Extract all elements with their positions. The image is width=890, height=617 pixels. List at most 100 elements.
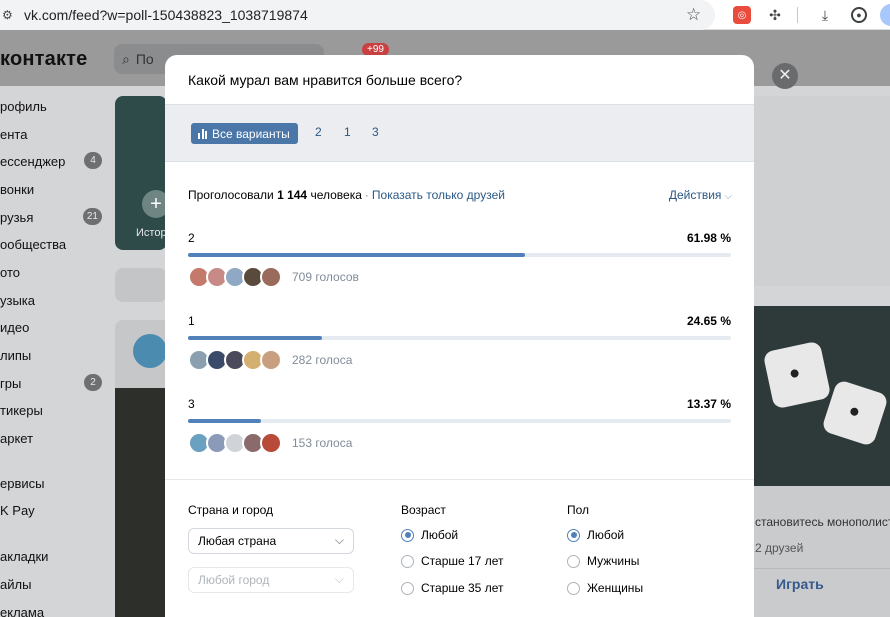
show-friends-link[interactable]: Показать только друзей xyxy=(372,188,505,202)
sidebar-item-music[interactable]: узыка xyxy=(0,290,110,310)
friends-count-badge: 21 xyxy=(82,208,102,225)
story-label: Истор xyxy=(136,227,167,239)
chevron-down-icon: ⌵ xyxy=(334,533,344,547)
poll-title: Какой мурал вам нравится больше всего? xyxy=(188,72,463,88)
gender-radio-any[interactable]: Любой xyxy=(567,528,624,542)
extension-icon[interactable]: ◎ xyxy=(733,6,751,24)
game-description: становитесь монополисто xyxy=(755,515,890,529)
bookmark-star-icon[interactable]: ☆ xyxy=(686,5,701,25)
chevron-down-icon: ⌵ xyxy=(724,191,732,202)
post-composer[interactable] xyxy=(115,268,167,302)
post-author-avatar[interactable] xyxy=(133,334,167,368)
sidebar-item-games[interactable]: гры 2 xyxy=(0,373,110,393)
radio-icon[interactable] xyxy=(567,581,580,595)
bar-chart-icon xyxy=(198,128,207,139)
votes-count: 153 голоса xyxy=(292,436,353,450)
sidebar-item-photos[interactable]: ото xyxy=(0,262,110,282)
games-count-badge: 2 xyxy=(84,374,102,391)
country-select[interactable]: Любая страна ⌵ xyxy=(188,528,354,554)
voter-avatars[interactable]: 282 голоса xyxy=(188,348,352,372)
tab-all-label: Все варианты xyxy=(212,126,290,141)
game-image[interactable] xyxy=(754,306,890,486)
post-image[interactable] xyxy=(115,388,167,617)
sidebar-item-profile[interactable]: рофиль xyxy=(0,96,110,116)
address-bar[interactable]: ⚙ vk.com/feed?w=poll-150438823_103871987… xyxy=(0,0,715,30)
tab-all-options[interactable]: Все варианты xyxy=(191,123,298,144)
age-heading: Возраст xyxy=(401,503,446,517)
url-text[interactable]: vk.com/feed?w=poll-150438823_1038719874 xyxy=(24,7,308,23)
search-icon: ⌕ xyxy=(122,50,130,67)
right-card xyxy=(754,96,890,286)
tab-option-1[interactable]: 1 xyxy=(344,125,351,139)
sidebar-item-calls[interactable]: вонки xyxy=(0,179,110,199)
option-percent: 61.98 % xyxy=(686,231,731,245)
option-label: 1 xyxy=(188,314,195,328)
sidebar-item-bookmarks[interactable]: акладки xyxy=(0,546,110,566)
option-label: 3 xyxy=(188,397,195,411)
sidebar-item-market[interactable]: аркет xyxy=(0,428,110,448)
voter-avatar[interactable] xyxy=(260,266,282,288)
gender-heading: Пол xyxy=(567,503,590,517)
browser-toolbar: ⚙ vk.com/feed?w=poll-150438823_103871987… xyxy=(0,0,890,30)
dice-graphic xyxy=(820,378,890,448)
age-radio-any[interactable]: Любой xyxy=(401,528,458,542)
search-placeholder: По xyxy=(135,51,154,67)
tab-option-2[interactable]: 2 xyxy=(315,125,322,139)
play-button[interactable]: Играть xyxy=(776,576,824,592)
site-settings-icon[interactable]: ⚙ xyxy=(2,8,18,22)
poll-tabs: Все варианты 2 1 3 xyxy=(165,104,754,162)
votes-count: 709 голосов xyxy=(292,270,359,284)
radio-icon[interactable] xyxy=(567,554,580,568)
sidebar-item-messenger[interactable]: ессенджер 4 xyxy=(0,151,110,171)
votes-summary: Проголосовали 1 144 человека · Показать то… xyxy=(188,188,505,202)
poll-filters: Страна и город Любая страна ⌵ Любой горо… xyxy=(165,479,754,617)
sidebar-item-files[interactable]: айлы xyxy=(0,574,110,594)
result-bar-track xyxy=(188,419,731,423)
sidebar-item-clips[interactable]: липы xyxy=(0,345,110,365)
vk-logo[interactable]: контакте xyxy=(0,48,88,71)
gender-radio-men[interactable]: Мужчины xyxy=(567,554,639,568)
radio-icon[interactable] xyxy=(401,581,414,595)
result-bar-fill xyxy=(188,253,525,257)
option-percent: 24.65 % xyxy=(686,314,731,328)
sidebar-item-feed[interactable]: ента xyxy=(0,124,110,144)
sidebar-item-friends[interactable]: рузья 21 xyxy=(0,207,110,227)
extensions-puzzle-icon[interactable]: ✣ xyxy=(766,6,784,24)
age-radio-17[interactable]: Старше 17 лет xyxy=(401,554,503,568)
total-votes: 1 144 xyxy=(277,188,308,202)
votes-count: 282 голоса xyxy=(292,353,353,367)
sidebar-item-communities[interactable]: ообщества xyxy=(0,234,110,254)
result-bar-track xyxy=(188,336,731,340)
sidebar-item-video[interactable]: идео xyxy=(0,317,110,337)
poll-results-modal: Какой мурал вам нравится больше всего? В… xyxy=(165,55,754,617)
radio-selected-icon[interactable] xyxy=(401,528,414,542)
game-friends-count: 2 друзей xyxy=(755,541,804,555)
download-icon[interactable]: ⤓ xyxy=(816,6,834,24)
close-modal-button[interactable]: ✕ xyxy=(772,63,798,89)
city-select: Любой город ⌵ xyxy=(188,567,354,593)
card-divider xyxy=(754,568,890,569)
radio-icon[interactable] xyxy=(401,554,414,568)
sidebar-item-vkpay[interactable]: K Pay xyxy=(0,500,110,520)
actions-dropdown[interactable]: Действия ⌵ xyxy=(669,188,732,202)
dice-graphic xyxy=(762,340,832,410)
voter-avatars[interactable]: 709 голосов xyxy=(188,265,359,289)
result-bar-track xyxy=(188,253,731,257)
option-percent: 13.37 % xyxy=(686,397,731,411)
sidebar-item-stickers[interactable]: тикеры xyxy=(0,400,110,420)
tab-option-3[interactable]: 3 xyxy=(372,125,379,139)
chevron-down-icon: ⌵ xyxy=(334,572,344,586)
gender-radio-women[interactable]: Женщины xyxy=(567,581,643,595)
result-bar-fill xyxy=(188,336,322,340)
profile-icon[interactable]: ● xyxy=(850,6,868,24)
option-label: 2 xyxy=(188,231,195,245)
voter-avatar[interactable] xyxy=(260,349,282,371)
location-heading: Страна и город xyxy=(188,503,274,517)
age-radio-35[interactable]: Старше 35 лет xyxy=(401,581,503,595)
radio-selected-icon[interactable] xyxy=(567,528,580,542)
account-avatar[interactable] xyxy=(880,4,890,26)
sidebar-item-services[interactable]: ервисы xyxy=(0,473,110,493)
voter-avatars[interactable]: 153 голоса xyxy=(188,431,352,455)
sidebar-item-ads[interactable]: еклама xyxy=(0,602,110,617)
voter-avatar[interactable] xyxy=(260,432,282,454)
